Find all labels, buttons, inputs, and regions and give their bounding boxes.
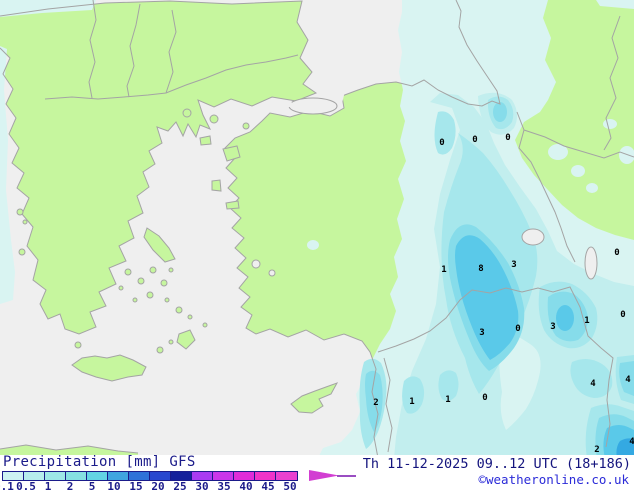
legend-arrow-head bbox=[309, 470, 339, 481]
precip-value: 3 bbox=[479, 328, 484, 338]
legend-scale-label: 45 bbox=[261, 480, 275, 490]
legend-scale-label: 35 bbox=[217, 480, 231, 490]
precip-value: 3 bbox=[511, 260, 516, 270]
lake-van bbox=[521, 228, 545, 246]
legend-scale-label: 20 bbox=[151, 480, 165, 490]
legend-scale-label: 50 bbox=[283, 480, 297, 490]
forecast-datetime: Th 11-12-2025 09..12 UTC (18+186) bbox=[362, 456, 631, 472]
legend-title: Precipitation [mm] GFS bbox=[3, 454, 196, 470]
precip-value: 2 bbox=[373, 398, 378, 408]
precip-value: 1 bbox=[409, 397, 414, 407]
precip-value: 0 bbox=[620, 310, 625, 320]
legend-scale-label: 30 bbox=[195, 480, 209, 490]
legend-cell-2 bbox=[66, 472, 87, 480]
island-imbros bbox=[242, 122, 250, 130]
island-kythera bbox=[74, 341, 82, 349]
island-cyclades bbox=[118, 285, 124, 291]
island-cyclades bbox=[164, 297, 170, 303]
legend-cell-40 bbox=[234, 472, 255, 480]
copyright: ©weatheronline.co.uk bbox=[478, 472, 629, 487]
lake-beysehir bbox=[268, 269, 276, 277]
legend-scale-label: 25 bbox=[173, 480, 187, 490]
precip-value: 1 bbox=[441, 265, 446, 275]
precip-spot bbox=[571, 165, 585, 177]
precip-value: 2 bbox=[594, 445, 599, 455]
precip-spot bbox=[586, 183, 598, 193]
island-cyclades bbox=[175, 306, 183, 314]
legend-cell-20 bbox=[150, 472, 171, 480]
precip-value: 0 bbox=[614, 248, 619, 258]
legend-scale-label: 15 bbox=[129, 480, 143, 490]
island-cyclades bbox=[146, 291, 154, 299]
precip-core2-e bbox=[493, 102, 507, 122]
precip-spot bbox=[307, 240, 319, 250]
precip-value: 0 bbox=[515, 324, 520, 334]
legend-cell-15 bbox=[129, 472, 150, 480]
precip-value: 4 bbox=[629, 437, 634, 447]
precip-value: 0 bbox=[505, 133, 510, 143]
island-dodecanese bbox=[187, 314, 193, 320]
legend-cell-35 bbox=[213, 472, 234, 480]
island-karpathos bbox=[156, 346, 164, 354]
precip-value: 8 bbox=[478, 264, 483, 274]
legend-cell-30 bbox=[192, 472, 213, 480]
legend-cell-5 bbox=[87, 472, 108, 480]
legend-cell-0.5 bbox=[24, 472, 45, 480]
legend-title-text: Precipitation bbox=[3, 454, 117, 470]
island-cyclades bbox=[124, 268, 132, 276]
precip-core5-b bbox=[556, 305, 574, 331]
legend-cell-0.1 bbox=[3, 472, 24, 480]
island-ionian bbox=[18, 248, 26, 256]
island-dodecanese bbox=[202, 322, 208, 328]
weather-map: 0 0 0 1 8 3 0 3 0 3 1 0 2 1 1 0 4 4 2 4 bbox=[0, 0, 634, 458]
precip-value: 1 bbox=[584, 316, 589, 326]
island-cyclades bbox=[137, 277, 145, 285]
precip-value: 1 bbox=[445, 395, 450, 405]
precip-value: 0 bbox=[482, 393, 487, 403]
legend-scale-label: 10 bbox=[107, 480, 121, 490]
legend-cell-50 bbox=[276, 472, 297, 480]
island-samos bbox=[225, 200, 240, 210]
legend-scale-label: 1 bbox=[44, 480, 52, 490]
legend-scale-label: 2 bbox=[66, 480, 74, 490]
island-ionian bbox=[22, 219, 28, 225]
legend-cell-10 bbox=[108, 472, 129, 480]
lake-urmia bbox=[584, 246, 598, 280]
island-ionian bbox=[16, 208, 24, 216]
island-thasos bbox=[182, 108, 192, 118]
precip-value: 3 bbox=[550, 322, 555, 332]
legend-model: GFS bbox=[169, 454, 196, 470]
legend-bar: Precipitation[mm]GFS 0.10.51251015202530… bbox=[0, 454, 634, 490]
sea-of-marmara bbox=[288, 97, 338, 115]
precip-value: 0 bbox=[439, 138, 444, 148]
island-cyclades bbox=[168, 267, 174, 273]
island-cyclades bbox=[149, 266, 157, 274]
precip-value: 4 bbox=[590, 379, 596, 389]
legend-scale-label: 5 bbox=[88, 480, 96, 490]
island-karpathos bbox=[168, 339, 174, 345]
legend-cell-45 bbox=[255, 472, 276, 480]
legend-scale-label: 40 bbox=[239, 480, 253, 490]
island-cyclades bbox=[160, 279, 168, 287]
island-samothrace bbox=[209, 114, 219, 124]
legend-scale-label: 0.5 bbox=[16, 480, 36, 490]
legend-arrow bbox=[309, 470, 356, 481]
lake-egirdir bbox=[251, 259, 261, 269]
legend-unit: [mm] bbox=[125, 454, 161, 470]
precip-value: 4 bbox=[625, 375, 631, 385]
precip-value: 0 bbox=[472, 135, 477, 145]
legend-cell-1 bbox=[45, 472, 66, 480]
precip-spot bbox=[603, 119, 617, 129]
island-chios bbox=[211, 179, 222, 192]
island-cyclades bbox=[132, 297, 138, 303]
island-limnos bbox=[199, 135, 212, 146]
legend-cell-25 bbox=[171, 472, 192, 480]
weather-map-page: 00018303031021104424 Precipitation [mm] GF… bbox=[0, 0, 634, 490]
